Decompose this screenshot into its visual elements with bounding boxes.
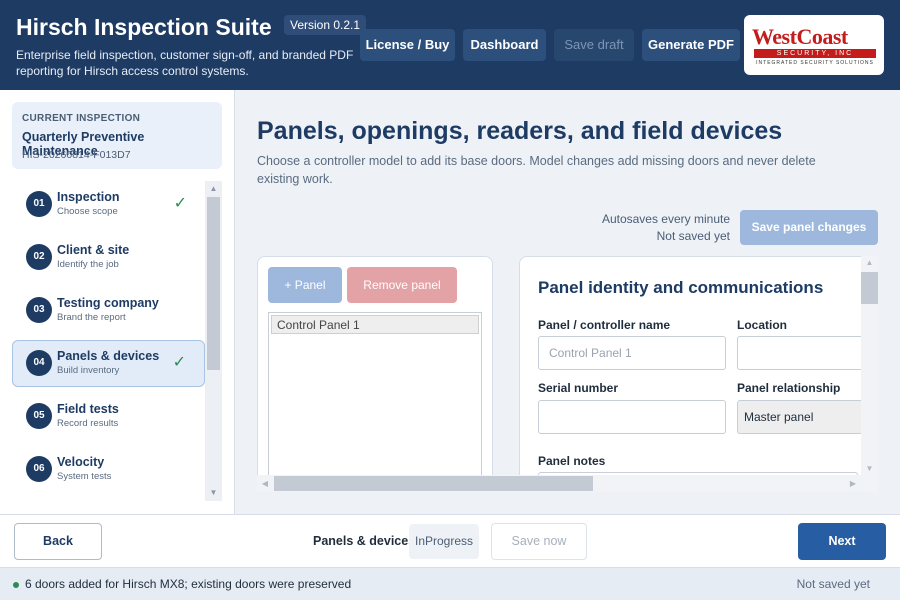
scrollbar-thumb[interactable] (274, 476, 593, 491)
scroll-right-icon[interactable]: ▶ (845, 475, 861, 492)
step-number: 05 (26, 403, 52, 429)
page-description: Choose a controller model to add its bas… (257, 154, 816, 186)
step-title: Client & site (57, 243, 130, 257)
step-number: 06 (26, 456, 52, 482)
step-velocity[interactable]: 06 Velocity System tests (12, 446, 205, 493)
add-panel-button[interactable]: + Panel (268, 267, 342, 303)
panel-identity-form: Panel identity and communications Panel … (519, 256, 861, 490)
scroll-left-icon[interactable]: ◀ (257, 475, 273, 492)
autosave-state: Not saved yet (656, 229, 730, 243)
check-icon: ✓ (172, 354, 186, 371)
panel-name-placeholder: Control Panel 1 (549, 346, 632, 360)
serial-number-label: Serial number (538, 381, 619, 395)
license-button[interactable]: License / Buy (360, 29, 455, 61)
step-subtitle: Brand the report (57, 312, 126, 323)
step-inspection[interactable]: 01 Inspection Choose scope ✓ (12, 181, 205, 228)
panel-name-input[interactable]: Control Panel 1 (538, 336, 726, 370)
step-field-tests[interactable]: 05 Field tests Record results (12, 393, 205, 440)
step-title: Velocity (57, 455, 105, 469)
scrollbar-thumb[interactable] (207, 197, 220, 370)
current-inspection-card: CURRENT INSPECTION Quarterly Preventive … (12, 102, 222, 169)
step-number: 02 (26, 244, 52, 270)
scrollbar-thumb[interactable] (861, 272, 878, 304)
panel-relationship-label: Panel relationship (737, 381, 841, 395)
check-icon: ✓ (173, 195, 187, 212)
version-badge: Version 0.2.1 (284, 15, 367, 35)
logo-wordmark: WestCoast (752, 24, 848, 49)
step-number: 01 (26, 191, 52, 217)
remove-panel-button[interactable]: Remove panel (347, 267, 457, 303)
list-item[interactable]: Control Panel 1 (271, 315, 479, 334)
next-button[interactable]: Next (798, 523, 886, 560)
autosave-interval: Autosaves every minute (601, 212, 730, 226)
page-title: Panels, openings, readers, and field dev… (257, 117, 783, 145)
panel-list-card: + Panel Remove panel Control Panel 1 (257, 256, 493, 490)
step-title: Panels & devices (57, 349, 160, 363)
form-scrollbar[interactable]: ▲ ▼ (861, 256, 878, 476)
app-tagline: Enterprise field inspection, customer si… (16, 48, 354, 78)
sidebar-scrollbar[interactable]: ▲ ▼ (205, 181, 222, 501)
panel-listbox[interactable]: Control Panel 1 (268, 312, 482, 487)
app-header: Hirsch Inspection Suite Version 0.2.1 En… (0, 0, 900, 90)
step-subtitle: Record results (57, 418, 119, 429)
save-panel-changes-button[interactable]: Save panel changes (740, 210, 878, 245)
current-inspection-label: CURRENT INSPECTION (22, 113, 141, 124)
sidebar: CURRENT INSPECTION Quarterly Preventive … (0, 90, 235, 514)
location-label: Location (737, 318, 787, 332)
panel-notes-label: Panel notes (538, 454, 606, 468)
step-client-site[interactable]: 02 Client & site Identify the job (12, 234, 205, 281)
app-title: Hirsch Inspection Suite (16, 14, 272, 40)
dashboard-button[interactable]: Dashboard (463, 29, 546, 61)
current-step-label: Panels & devices (313, 534, 416, 548)
panel-relationship-select[interactable]: Master panel (737, 400, 861, 434)
wizard-footer: Back Panels & devices InProgress Save no… (0, 514, 900, 567)
save-now-button[interactable]: Save now (491, 523, 587, 560)
content-horizontal-scrollbar[interactable]: ◀ ▶ (257, 475, 878, 492)
form-section-title: Panel identity and communications (538, 278, 824, 297)
step-title: Testing company (57, 296, 159, 310)
step-subtitle: Build inventory (57, 365, 120, 376)
status-bar: 6 doors added for Hirsch MX8; existing d… (0, 567, 900, 600)
serial-number-input[interactable] (538, 400, 726, 434)
status-badge: InProgress (409, 524, 479, 559)
step-testing-company[interactable]: 03 Testing company Brand the report (12, 287, 205, 334)
step-panels-devices[interactable]: 04 Panels & devices Build inventory ✓ (12, 340, 205, 387)
company-logo: WestCoast SECURITY, INC INTEGRATED SECUR… (744, 15, 884, 75)
generate-pdf-button[interactable]: Generate PDF (642, 29, 740, 61)
logo-bar: SECURITY, INC (754, 49, 876, 58)
autosave-status: Autosaves every minute Not saved yet (570, 211, 730, 245)
step-subtitle: Identify the job (57, 259, 119, 270)
step-title: Field tests (57, 402, 119, 416)
step-number: 03 (26, 297, 52, 323)
scroll-down-icon[interactable]: ▼ (861, 462, 878, 476)
step-subtitle: Choose scope (57, 206, 118, 217)
status-dot-icon (13, 582, 19, 588)
back-button[interactable]: Back (14, 523, 102, 560)
scroll-up-icon[interactable]: ▲ (861, 256, 878, 270)
step-subtitle: System tests (57, 471, 112, 482)
step-list: 01 Inspection Choose scope ✓ 02 Client &… (12, 181, 205, 501)
location-input[interactable] (737, 336, 861, 370)
status-message: 6 doors added for Hirsch MX8; existing d… (25, 577, 352, 591)
step-number: 04 (26, 350, 52, 376)
save-state: Not saved yet (796, 577, 870, 591)
step-title: Inspection (57, 190, 120, 204)
panel-name-label: Panel / controller name (538, 318, 671, 332)
scroll-down-icon[interactable]: ▼ (205, 485, 222, 501)
logo-tagline: INTEGRATED SECURITY SOLUTIONS (756, 60, 874, 66)
scroll-up-icon[interactable]: ▲ (205, 181, 222, 197)
current-inspection-id: HIS-20260814-F013D7 (22, 149, 131, 161)
save-draft-button[interactable]: Save draft (554, 29, 634, 61)
